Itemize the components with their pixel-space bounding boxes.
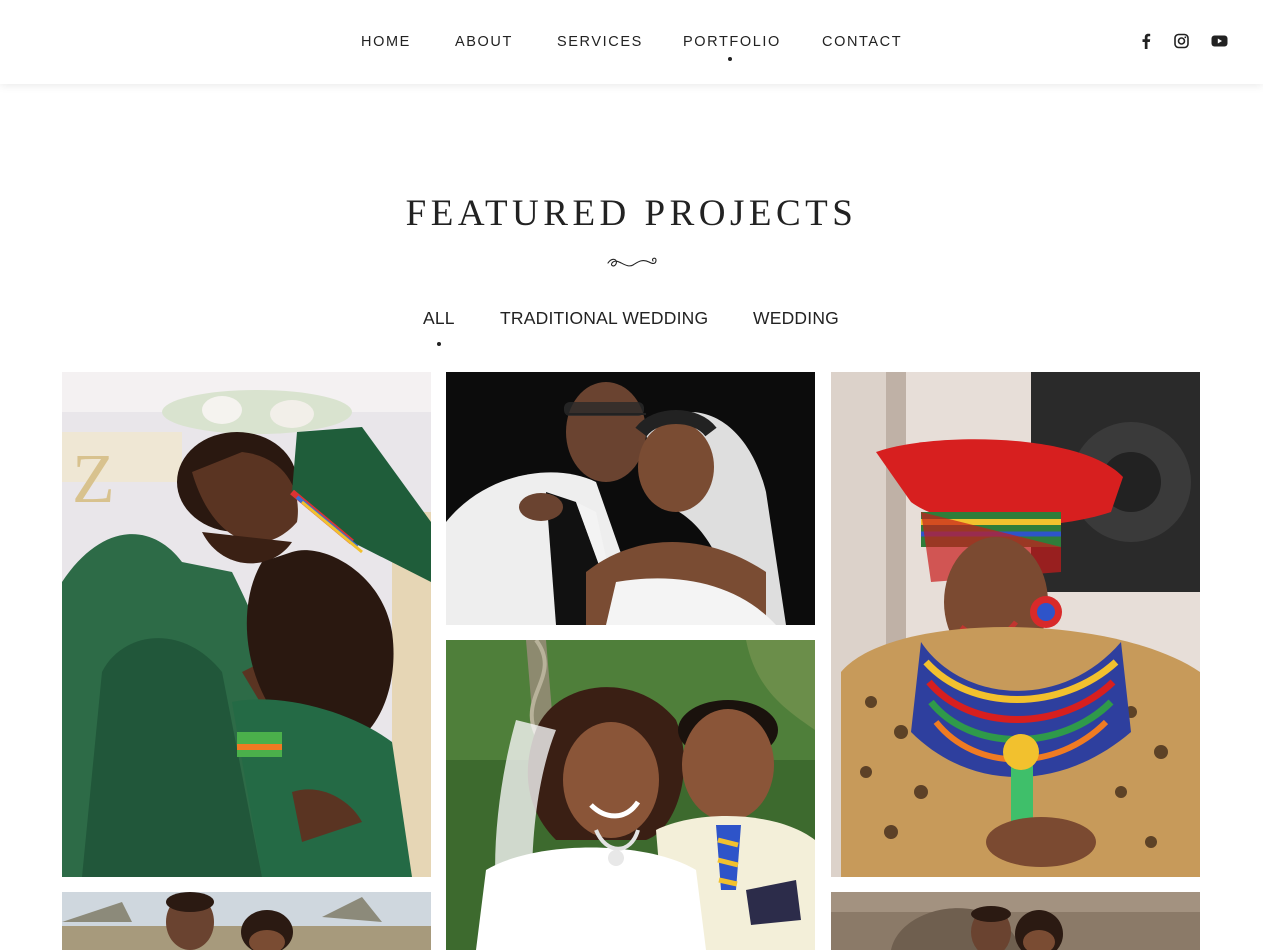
portfolio-item-1[interactable]: Z [62,372,431,877]
portfolio-item-3[interactable] [831,372,1200,877]
site-header: HOME ABOUT SERVICES PORTFOLIO CONTACT [0,0,1263,84]
couple-stone-wall-photo [831,892,1200,950]
flourish-divider-icon [607,257,657,267]
couple-cream-suit-garden-photo [446,640,815,950]
portfolio-item-5[interactable] [62,892,431,950]
section-title: FEATURED PROJECTS [405,193,858,234]
filter-traditional-wedding[interactable]: TRADITIONAL WEDDING [500,308,708,329]
couple-outdoor-field-photo [62,892,431,950]
portfolio-item-6[interactable] [831,892,1200,950]
filter-active-indicator [437,342,441,346]
nav-home[interactable]: HOME [361,34,411,50]
couple-white-suit-veil-photo [446,372,815,625]
main-nav: HOME ABOUT SERVICES PORTFOLIO CONTACT [0,34,1263,61]
svg-text:Z: Z [72,441,115,518]
woman-red-hat-beaded-photo [831,372,1200,877]
couple-green-traditional-photo: Z [62,372,431,877]
youtube-icon[interactable] [1211,33,1228,49]
portfolio-filters: ALL TRADITIONAL WEDDING WEDDING [0,308,1263,348]
instagram-icon[interactable] [1174,33,1189,49]
nav-active-indicator [728,57,732,61]
portfolio-item-2[interactable] [446,372,815,625]
nav-contact[interactable]: CONTACT [822,34,902,50]
nav-about[interactable]: ABOUT [455,34,513,50]
facebook-icon[interactable] [1140,33,1152,49]
nav-portfolio[interactable]: PORTFOLIO [683,34,781,50]
filter-wedding[interactable]: WEDDING [753,308,839,329]
portfolio-item-4[interactable] [446,640,815,950]
filter-all[interactable]: ALL [423,308,455,329]
nav-services[interactable]: SERVICES [557,34,643,50]
